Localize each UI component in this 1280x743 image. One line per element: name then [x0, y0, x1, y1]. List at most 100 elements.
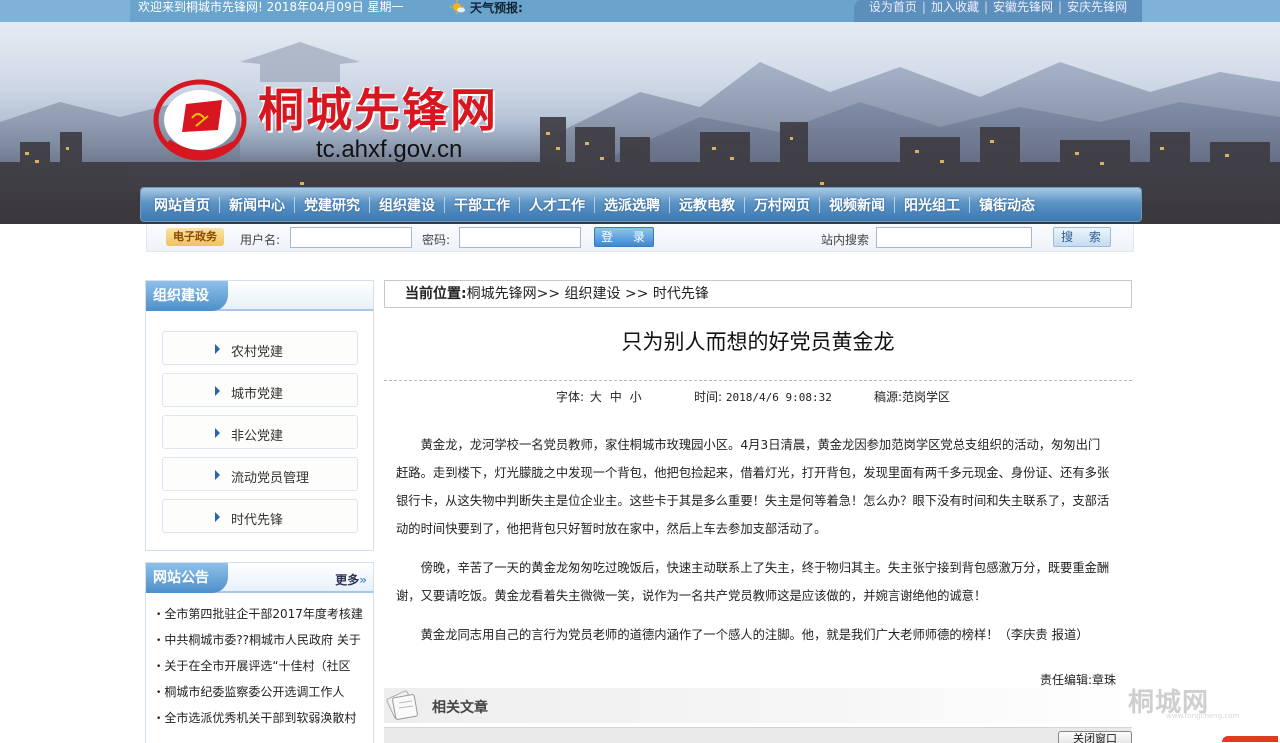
weather-label: 天气预报:: [470, 1, 523, 15]
nav-divider: [894, 196, 895, 213]
nav-divider: [969, 196, 970, 213]
nav-divider: [669, 196, 670, 213]
anhui-xianfeng-link[interactable]: 安徽先锋网: [988, 0, 1058, 15]
editor-label: 责任编辑:: [1039, 673, 1092, 687]
triangle-right-icon: [215, 428, 220, 438]
double-chevron-icon: »: [359, 573, 367, 587]
password-label: 密码:: [422, 233, 451, 247]
nav-divider: [819, 196, 820, 213]
time-value: 2018/4/6 9:08:32: [725, 391, 832, 404]
sidebar-item-label: 非公党建: [231, 429, 284, 444]
font-size-small[interactable]: 小: [630, 390, 642, 404]
triangle-right-icon: [215, 386, 220, 396]
welcome-text: 欢迎来到桐城市先锋网! 2018年04月09日 星期一: [138, 0, 404, 14]
article-paragraph: 黄金龙同志用自己的言行为党员老师的道德内涵作了一个感人的注脚。他，就是我们广大老…: [420, 628, 1089, 642]
add-favorite-link[interactable]: 加入收藏: [926, 0, 984, 15]
article-title: 只为别人而想的好党员黄金龙: [621, 330, 895, 354]
notice-panel: 网站公告 更多» 全市第四批驻企干部2017年度考核建 中共桐城市委??桐城市人…: [145, 562, 374, 743]
org-building-panel: 组织建设 农村党建 城市党建 非公党建 流动党员管理 时代先锋: [145, 280, 374, 551]
triangle-right-icon: [215, 512, 220, 522]
breadcrumb: 当前位置:桐城先锋网>> 组织建设 >> 时代先锋: [384, 280, 1132, 308]
font-size-switcher: 字体: 大 中 小: [556, 388, 644, 405]
article-source: 稿源:范岗学区: [874, 388, 950, 405]
egov-badge[interactable]: 电子政务: [166, 228, 224, 246]
responsible-editor: 责任编辑:章珠: [384, 671, 1116, 688]
org-building-title: 组织建设: [146, 281, 228, 311]
site-logo-text: 桐城先锋网: [258, 83, 498, 137]
username-input[interactable]: [290, 227, 412, 248]
nav-town-news[interactable]: 镇街动态: [970, 195, 1044, 215]
weather-sun-icon: [450, 0, 465, 14]
weather-widget[interactable]: 天气预报:: [450, 0, 523, 16]
notice-item[interactable]: 中共桐城市委??桐城市人民政府 关于: [156, 627, 368, 653]
nav-distance-edu[interactable]: 远教电教: [670, 195, 744, 215]
login-button[interactable]: 登 录: [594, 227, 654, 247]
nav-video-news[interactable]: 视频新闻: [820, 195, 894, 215]
source-label: 稿源:: [874, 390, 903, 404]
article-paragraph: 黄金龙，龙河学校一名党员教师，家住桐城市玫瑰园小区。4月3日清晨，黄金龙因参加范…: [396, 438, 1110, 536]
triangle-right-icon: [215, 470, 220, 480]
nav-home[interactable]: 网站首页: [145, 195, 219, 215]
nav-divider: [369, 196, 370, 213]
article-body: 黄金龙，龙河学校一名党员教师，家住桐城市玫瑰园小区。4月3日清晨，黄金龙因参加范…: [396, 431, 1112, 660]
notice-header: 网站公告 更多»: [146, 563, 373, 593]
notice-title: 网站公告: [146, 563, 228, 593]
font-label: 字体:: [556, 390, 585, 404]
nav-sunshine[interactable]: 阳光组工: [895, 195, 969, 215]
title-divider: [384, 380, 1132, 381]
sidebar-item-mobile-members[interactable]: 流动党员管理: [162, 457, 358, 491]
notice-item[interactable]: 全市选派优秀机关干部到软弱涣散村: [156, 705, 368, 731]
top-links: 设为首页 | 加入收藏 | 安徽先锋网 | 安庆先锋网: [854, 0, 1142, 22]
org-building-header: 组织建设: [146, 281, 373, 311]
sidebar-item-label: 流动党员管理: [231, 471, 310, 486]
anqing-xianfeng-link[interactable]: 安庆先锋网: [1062, 0, 1132, 15]
sidebar-item-label: 农村党建: [231, 345, 284, 360]
main-nav: 网站首页 新闻中心 党建研究 组织建设 干部工作 人才工作 选派选聘 远教电教 …: [140, 187, 1142, 222]
time-label: 时间:: [694, 390, 723, 404]
corner-decoration: [1222, 736, 1278, 742]
username-label: 用户名:: [240, 233, 281, 247]
nav-divider: [519, 196, 520, 213]
sidebar-item-urban-party[interactable]: 城市党建: [162, 373, 358, 407]
sidebar-item-label: 城市党建: [231, 387, 284, 402]
sidebar-item-pioneers[interactable]: 时代先锋: [162, 499, 358, 533]
notice-more-link[interactable]: 更多»: [335, 571, 367, 588]
notice-item[interactable]: 全市第四批驻企干部2017年度考核建: [156, 601, 368, 627]
password-input[interactable]: [459, 227, 581, 248]
notice-item[interactable]: 桐城市纪委监察委公开选调工作人: [156, 679, 368, 705]
font-size-medium[interactable]: 中: [610, 390, 622, 404]
nav-divider: [594, 196, 595, 213]
nav-talent-work[interactable]: 人才工作: [520, 195, 594, 215]
sidebar-item-nonpublic-party[interactable]: 非公党建: [162, 415, 358, 449]
set-homepage-link[interactable]: 设为首页: [864, 0, 922, 15]
party-emblem-icon: [153, 79, 247, 161]
font-size-large[interactable]: 大: [590, 390, 602, 404]
breadcrumb-path[interactable]: 桐城先锋网>> 组织建设 >> 时代先锋: [467, 286, 709, 302]
sidebar-item-label: 时代先锋: [231, 513, 284, 528]
publish-time: 时间: 2018/4/6 9:08:32: [694, 388, 832, 405]
nav-org-building[interactable]: 组织建设: [370, 195, 444, 215]
triangle-right-icon: [215, 344, 220, 354]
more-label: 更多: [335, 573, 360, 587]
breadcrumb-label: 当前位置:: [405, 286, 467, 302]
sidebar-item-rural-party[interactable]: 农村党建: [162, 331, 358, 365]
site-watermark-url: www.tongcheng.com: [1166, 712, 1240, 720]
related-list-area: [384, 727, 1132, 743]
site-search-label: 站内搜索: [821, 233, 870, 247]
source-value: 范岗学区: [902, 390, 951, 404]
notice-item[interactable]: 关于在全市开展评选“十佳村（社区: [156, 653, 368, 679]
nav-selection[interactable]: 选派选聘: [595, 195, 669, 215]
close-window-button[interactable]: 关闭窗口: [1058, 731, 1132, 743]
login-bar: 电子政务 用户名: 密码: 登 录 站内搜索 搜 索: [146, 224, 1134, 252]
nav-divider: [294, 196, 295, 213]
nav-news-center[interactable]: 新闻中心: [220, 195, 294, 215]
nav-village-pages[interactable]: 万村网页: [745, 195, 819, 215]
nav-divider: [744, 196, 745, 213]
article-paragraph: 傍晚，辛苦了一天的黄金龙匆匆吃过晚饭后，快速主动联系上了失主，终于物归其主。失主…: [396, 561, 1110, 603]
nav-party-research[interactable]: 党建研究: [295, 195, 369, 215]
org-building-menu: 农村党建 城市党建 非公党建 流动党员管理 时代先锋: [146, 311, 373, 533]
site-search-input[interactable]: [876, 227, 1032, 248]
search-button[interactable]: 搜 索: [1053, 227, 1111, 247]
nav-cadre-work[interactable]: 干部工作: [445, 195, 519, 215]
document-stack-icon: [386, 690, 418, 720]
